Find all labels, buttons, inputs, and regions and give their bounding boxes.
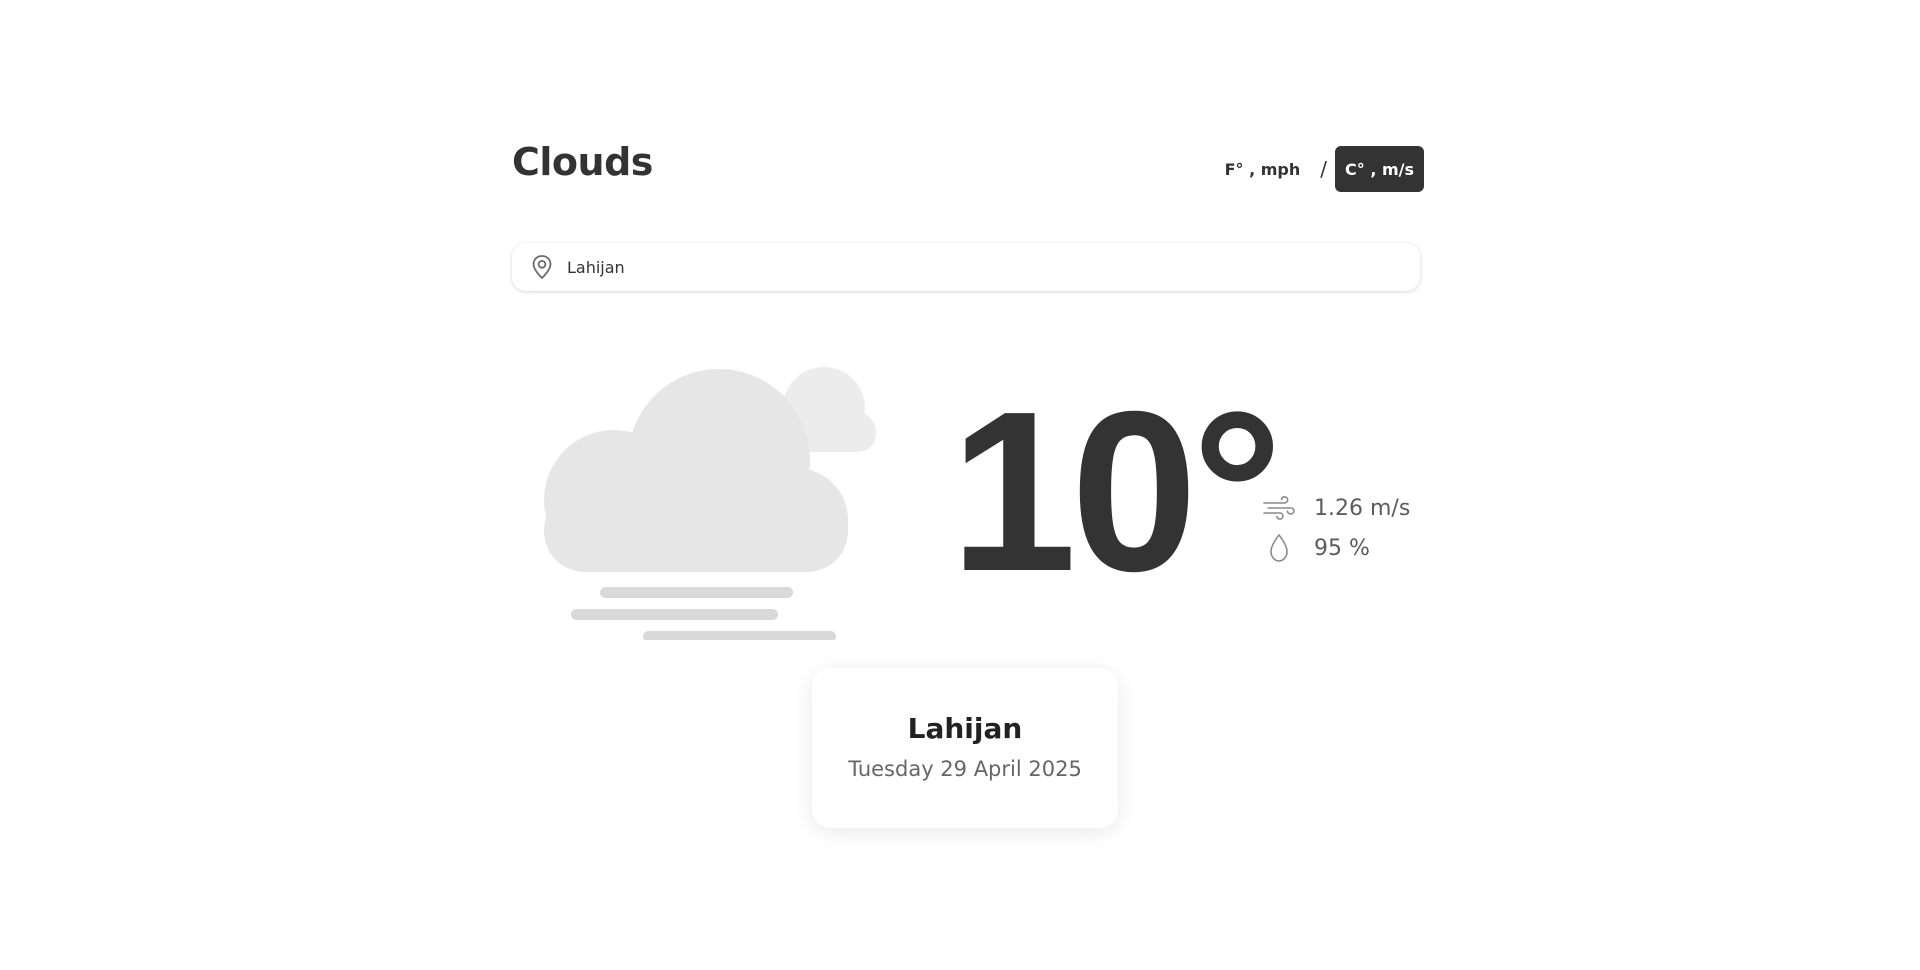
clouds-fog-icon [530,360,880,642]
metric-units-button[interactable]: C° , m/s [1335,146,1424,192]
humidity-value: 95 % [1314,535,1370,561]
unit-switch: F° , mph / C° , m/s [1215,146,1424,192]
temperature-value: 10° [950,365,1283,619]
unit-separator: / [1320,157,1327,181]
location-pin-icon [529,254,555,280]
card-date: Tuesday 29 April 2025 [848,757,1082,781]
page-title: Clouds [512,140,653,184]
humidity-row: 95 % [1262,528,1410,568]
wind-speed-row: 1.26 m/s [1262,488,1410,528]
city-search-input[interactable] [567,257,1387,277]
droplet-icon [1262,533,1296,563]
card-city-name: Lahijan [907,712,1023,745]
wind-speed-value: 1.26 m/s [1314,495,1411,521]
city-search-box[interactable] [512,243,1420,291]
weather-app: Clouds F° , mph / C° , m/s Lahijan 10° 1… [0,0,1920,970]
location-card: Lahijan Tuesday 29 April 2025 [812,668,1118,828]
weather-stats: 1.26 m/s 95 % [1262,488,1410,568]
imperial-units-button[interactable]: F° , mph [1215,146,1311,192]
wind-icon [1262,493,1296,523]
